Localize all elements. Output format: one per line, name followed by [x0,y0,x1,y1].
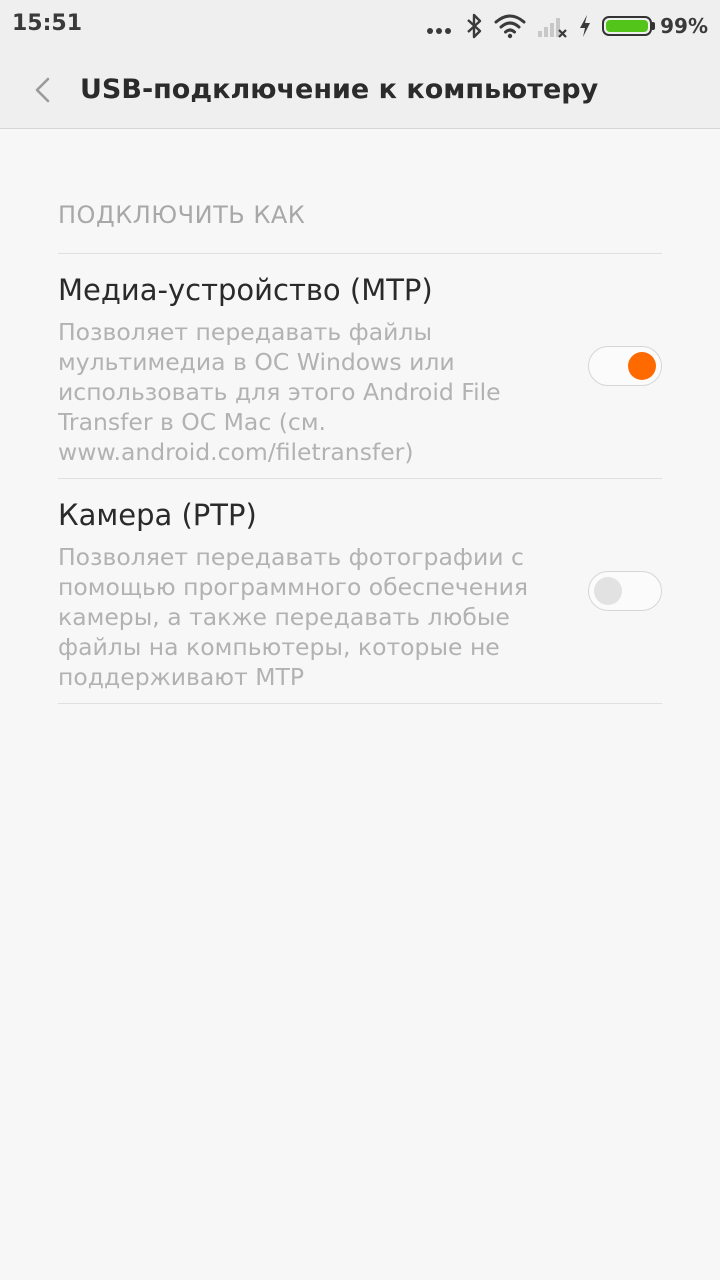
signal-no-sim-icon [538,18,567,38]
mtp-toggle[interactable] [588,346,662,386]
description-line: камеры, а также передавать любые [58,603,510,631]
toggle-knob [594,577,622,605]
section-header: ПОДКЛЮЧИТЬ КАК [58,201,306,229]
description-line: Transfer в ОС Mac (см. [58,408,327,436]
wifi-icon [494,14,526,39]
battery-fill [606,20,648,32]
status-bar: 15:51 99% [0,0,720,52]
toggle-knob [628,352,656,380]
description-line: www.android.com/filetransfer) [58,438,414,466]
description-line: Позволяет передавать файлы [58,318,432,346]
option-ptp-description: Позволяет передавать фотографии с помощь… [58,542,558,692]
description-line: Позволяет передавать фотографии с [58,543,524,571]
status-time: 15:51 [12,11,83,36]
option-mtp[interactable]: Медиа-устройство (MTP) Позволяет передав… [58,271,662,467]
option-ptp[interactable]: Камера (PTP) Позволяет передавать фотогр… [58,496,662,692]
option-mtp-description: Позволяет передавать файлы мультимедиа в… [58,317,558,467]
description-line: файлы на компьютеры, которые не [58,633,500,661]
divider [58,478,662,479]
status-icons: 99% [417,8,708,44]
charging-bolt-icon [580,15,591,37]
option-ptp-title: Камера (PTP) [58,498,257,532]
divider [58,253,662,254]
battery-percent: 99% [660,14,708,38]
description-line: использовать для этого Android File [58,378,501,406]
battery-icon [602,16,656,36]
description-line: мультимедиа в ОС Windows или [58,348,455,376]
back-button[interactable] [24,70,64,110]
more-dots-icon [427,28,454,34]
title-bar: USB-подключение к компьютеру [0,52,720,129]
description-line: поддерживают MTP [58,663,305,691]
chevron-left-icon [35,77,50,103]
description-line: помощью программного обеспечения [58,573,528,601]
page-title: USB-подключение к компьютеру [80,74,599,105]
option-mtp-title: Медиа-устройство (MTP) [58,273,433,307]
divider [58,703,662,704]
ptp-toggle[interactable] [588,571,662,611]
bluetooth-icon [467,13,482,39]
